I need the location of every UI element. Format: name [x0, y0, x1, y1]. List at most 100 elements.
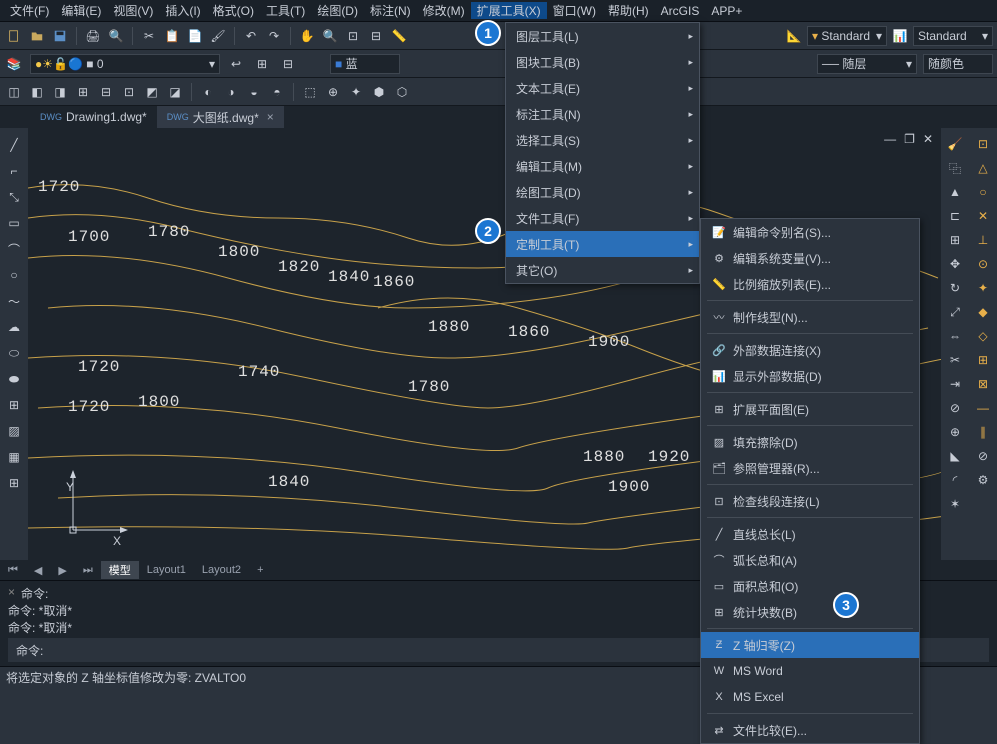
dim-style-combo[interactable]: Standard▾	[913, 26, 993, 46]
save-button[interactable]	[50, 26, 70, 46]
view-btn-16[interactable]: ⬢	[369, 82, 389, 102]
tab-bigmap[interactable]: DWG大图纸.dwg*×	[157, 106, 284, 128]
mirror-tool[interactable]: ▲	[945, 182, 965, 202]
stretch-tool[interactable]: ⇔	[945, 326, 965, 346]
menu-help[interactable]: 帮助(H)	[602, 2, 655, 19]
snap-ext-tool[interactable]: —	[973, 398, 993, 418]
view-btn-13[interactable]: ⬚	[300, 82, 320, 102]
zoom-button[interactable]: 🔍	[320, 26, 340, 46]
snap-ins-tool[interactable]: ⊞	[973, 350, 993, 370]
brush-button[interactable]: 🖌	[208, 26, 228, 46]
menu-tools[interactable]: 工具(T)	[260, 2, 311, 19]
menu-app[interactable]: APP+	[705, 4, 748, 18]
menu-edit-sysvar[interactable]: ⚙编辑系统变量(V)...	[701, 245, 919, 271]
snap-end-tool[interactable]: ⊡	[973, 134, 993, 154]
menu-line-total[interactable]: ╱直线总长(L)	[701, 521, 919, 547]
layer-prev-button[interactable]: ↩	[226, 54, 246, 74]
layer-state-button[interactable]: ⊟	[278, 54, 298, 74]
menu-modify[interactable]: 修改(M)	[417, 2, 471, 19]
menu-file-compare[interactable]: ⇄文件比较(E)...	[701, 717, 919, 743]
offset-tool[interactable]: ⊏	[945, 206, 965, 226]
layout-nav-next[interactable]: ▶	[50, 561, 74, 579]
menu-dim[interactable]: 标注(N)	[364, 2, 417, 19]
layout-add[interactable]: +	[249, 561, 271, 579]
view-btn-2[interactable]: ◧	[27, 82, 47, 102]
menu-hatch-erase[interactable]: ▨填充擦除(D)	[701, 429, 919, 455]
chamfer-tool[interactable]: ◣	[945, 446, 965, 466]
region-tool[interactable]: ▦	[3, 446, 25, 468]
layout-1[interactable]: Layout1	[139, 561, 194, 579]
cmd-close-icon[interactable]: ×	[8, 585, 15, 599]
erase-tool[interactable]: 🧹	[945, 134, 965, 154]
layout-nav-first[interactable]: ⏮	[0, 561, 26, 579]
view-btn-3[interactable]: ◨	[50, 82, 70, 102]
block-tool[interactable]: ⊞	[3, 394, 25, 416]
copy-tool[interactable]: ⿻	[945, 158, 965, 178]
view-btn-11[interactable]: ◒	[244, 82, 264, 102]
menu-edit-tools[interactable]: 编辑工具(M)▸	[506, 153, 699, 179]
menu-ext-plan[interactable]: ⊞扩展平面图(E)	[701, 396, 919, 422]
menu-insert[interactable]: 插入(I)	[159, 2, 206, 19]
rect-tool[interactable]: ▭	[3, 212, 25, 234]
break-tool[interactable]: ⊘	[945, 398, 965, 418]
extend-tool[interactable]: ⇥	[945, 374, 965, 394]
zoom-window-button[interactable]: ⊡	[343, 26, 363, 46]
menu-block-count[interactable]: ⊞统计块数(B)	[701, 599, 919, 625]
array-tool[interactable]: ⊞	[945, 230, 965, 250]
snap-mid-tool[interactable]: △	[973, 158, 993, 178]
layout-nav-last[interactable]: ⏭	[75, 561, 101, 579]
menu-make-linetype[interactable]: 〰制作线型(N)...	[701, 304, 919, 330]
join-tool[interactable]: ⊕	[945, 422, 965, 442]
open-button[interactable]	[27, 26, 47, 46]
menu-ms-word[interactable]: WMS Word	[701, 658, 919, 684]
menu-show-ext-data[interactable]: 📊显示外部数据(D)	[701, 363, 919, 389]
menu-arc-total[interactable]: ⌒弧长总和(A)	[701, 547, 919, 573]
layout-model[interactable]: 模型	[101, 561, 139, 579]
paste-button[interactable]: 📄	[185, 26, 205, 46]
zoom-prev-button[interactable]: ⊟	[366, 26, 386, 46]
snap-none-tool[interactable]: ⊘	[973, 446, 993, 466]
menu-select-tools[interactable]: 选择工具(S)▸	[506, 127, 699, 153]
line-tool[interactable]: ╱	[3, 134, 25, 156]
menu-dim-tools[interactable]: 标注工具(N)▸	[506, 101, 699, 127]
snap-set-tool[interactable]: ⚙	[973, 470, 993, 490]
spline-tool[interactable]: ～	[3, 290, 25, 312]
menu-format[interactable]: 格式(O)	[207, 2, 260, 19]
snap-par-tool[interactable]: ∥	[973, 422, 993, 442]
maximize-icon[interactable]: ❐	[904, 132, 915, 146]
pan-button[interactable]: ✋	[297, 26, 317, 46]
explode-tool[interactable]: ✶	[945, 494, 965, 514]
redo-button[interactable]: ↷	[264, 26, 284, 46]
menu-draw[interactable]: 绘图(D)	[311, 2, 364, 19]
menu-ext-tools[interactable]: 扩展工具(X)	[471, 2, 547, 19]
fillet-tool[interactable]: ◜	[945, 470, 965, 490]
close-tab-icon[interactable]: ×	[267, 110, 274, 124]
snap-int-tool[interactable]: ✕	[973, 206, 993, 226]
ellipse-tool[interactable]: ⬭	[3, 342, 25, 364]
print-button[interactable]: 🖨	[83, 26, 103, 46]
xline-tool[interactable]: ⤡	[3, 186, 25, 208]
cloud-tool[interactable]: ☁	[3, 316, 25, 338]
hatch-tool[interactable]: ▨	[3, 420, 25, 442]
new-button[interactable]	[4, 26, 24, 46]
layer-combo[interactable]: ●☀🔓🔵 ■ 0▾	[30, 54, 220, 74]
view-btn-8[interactable]: ◪	[165, 82, 185, 102]
menu-z-zero[interactable]: ƵZ 轴归零(Z)	[701, 632, 919, 658]
table-tool[interactable]: ⊞	[3, 472, 25, 494]
scale-tool[interactable]: ⤢	[945, 302, 965, 322]
view-btn-6[interactable]: ⊡	[119, 82, 139, 102]
menu-scale-list[interactable]: 📏比例缩放列表(E)...	[701, 271, 919, 297]
circle-tool[interactable]: ○	[3, 264, 25, 286]
snap-near-tool[interactable]: ✦	[973, 278, 993, 298]
lineweight-combo[interactable]: ── 随层▾	[817, 54, 917, 74]
menu-ref-manager[interactable]: 🗂参照管理器(R)...	[701, 455, 919, 481]
layer-manager-button[interactable]: 📚	[4, 54, 24, 74]
menu-check-lines[interactable]: ⊡检查线段连接(L)	[701, 488, 919, 514]
snap-node-tool[interactable]: ◆	[973, 302, 993, 322]
menu-view[interactable]: 视图(V)	[107, 2, 159, 19]
menu-arcgis[interactable]: ArcGIS	[655, 4, 706, 18]
view-btn-9[interactable]: ◐	[198, 82, 218, 102]
polyline-tool[interactable]: ⌐	[3, 160, 25, 182]
ellipse2-tool[interactable]: ⬬	[3, 368, 25, 390]
view-btn-15[interactable]: ✦	[346, 82, 366, 102]
